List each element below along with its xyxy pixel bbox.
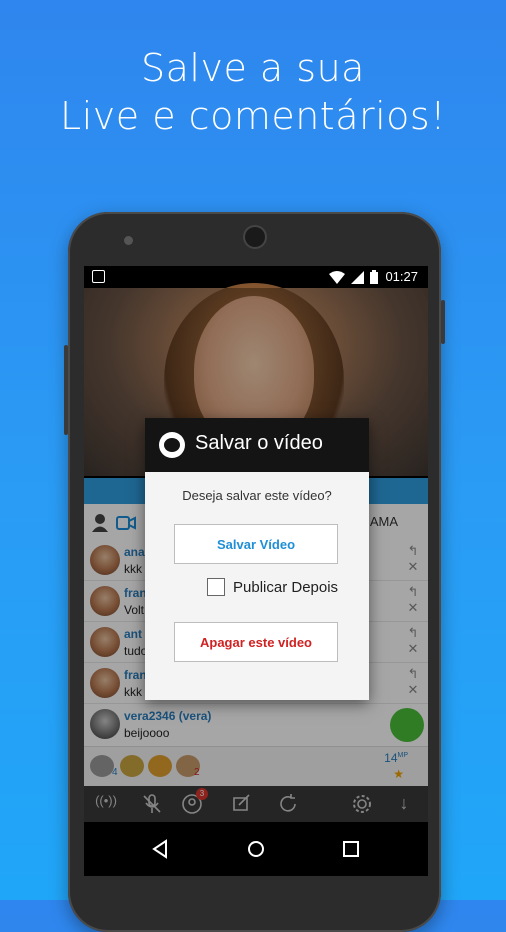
signal-icon — [351, 271, 364, 284]
back-icon[interactable] — [150, 838, 172, 860]
app-logo-icon — [159, 432, 185, 458]
volume-button — [64, 345, 68, 435]
headline-line-2: Live e comentários! — [60, 94, 446, 138]
sensor-dot — [124, 236, 133, 245]
promo-headline: Salve a sua Live e comentários! — [0, 44, 506, 140]
headline-line-1: Salve a sua — [141, 46, 365, 90]
publish-later-label[interactable]: Publicar Depois — [233, 579, 338, 596]
dialog-question: Deseja salvar este vídeo? — [182, 488, 332, 503]
dialog-title: Salvar o vídeo — [195, 432, 323, 454]
battery-icon — [370, 270, 378, 284]
save-video-button[interactable]: Salvar Vídeo — [174, 524, 338, 564]
app-notification-icon — [92, 270, 105, 283]
wifi-icon — [329, 271, 345, 284]
delete-video-button[interactable]: Apagar este vídeo — [174, 622, 338, 662]
power-button — [441, 300, 445, 344]
home-icon[interactable] — [245, 838, 267, 860]
dialog-header: Salvar o vídeo — [145, 418, 369, 472]
front-camera — [245, 227, 265, 247]
save-video-dialog: Salvar o vídeo Deseja salvar este vídeo?… — [145, 418, 369, 700]
publish-later-checkbox[interactable] — [207, 578, 225, 596]
recents-icon[interactable] — [340, 838, 362, 860]
clock: 01:27 — [385, 269, 418, 284]
android-navbar — [84, 822, 428, 876]
